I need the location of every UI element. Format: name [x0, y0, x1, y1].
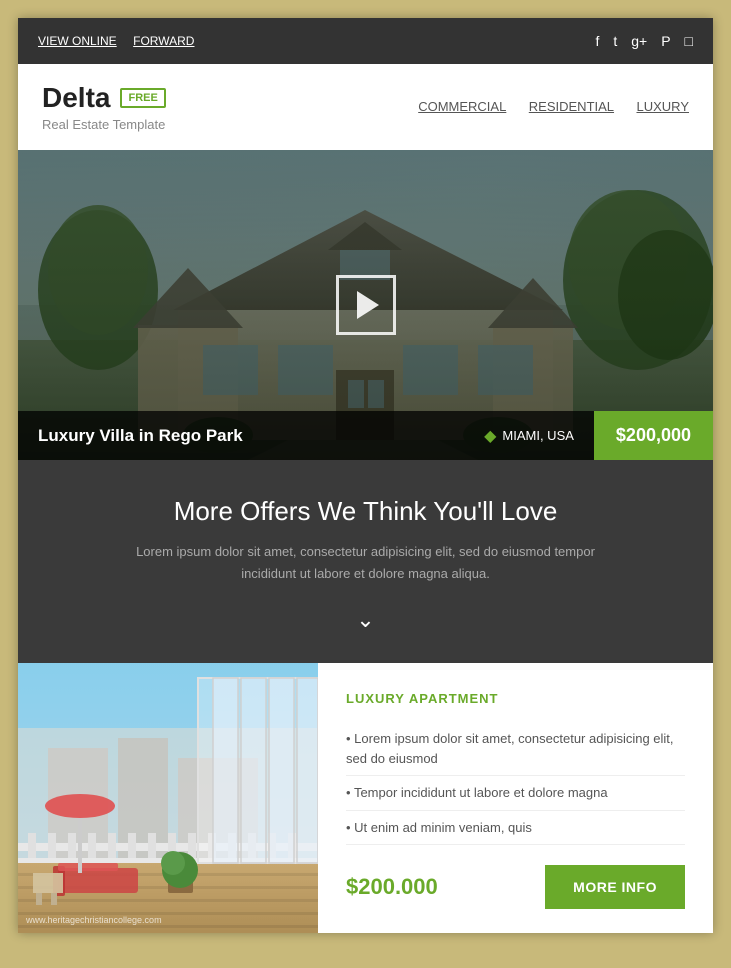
brand-nav: COMMERCIAL RESIDENTIAL LUXURY [400, 98, 689, 116]
listing-content: LUXURY APARTMENT Lorem ipsum dolor sit a… [318, 663, 713, 933]
more-info-button[interactable]: MORE INFO [545, 865, 685, 909]
email-container: VIEW ONLINE FORWARD f t g+ P □ Delta FRE… [18, 18, 713, 933]
googleplus-icon[interactable]: g+ [631, 33, 647, 49]
play-icon [357, 291, 379, 319]
hero-location: ◆ MIAMI, USA [464, 411, 594, 460]
location-text: MIAMI, USA [502, 428, 574, 443]
social-icons: f t g+ P □ [595, 33, 693, 49]
listing-bullet-3: Ut enim ad minim veniam, quis [346, 811, 685, 846]
free-badge: FREE [120, 88, 165, 108]
twitter-icon[interactable]: t [613, 33, 617, 49]
hero-section: Luxury Villa in Rego Park ◆ MIAMI, USA $… [18, 150, 713, 460]
pinterest-icon[interactable]: P [661, 33, 670, 49]
offers-section: More Offers We Think You'll Love Lorem i… [18, 460, 713, 663]
forward-link[interactable]: FORWARD [133, 34, 194, 48]
hero-price: $200,000 [594, 411, 713, 460]
facebook-icon[interactable]: f [595, 33, 599, 49]
brand-subtitle: Real Estate Template [42, 117, 166, 132]
instagram-icon[interactable]: □ [685, 33, 693, 49]
play-button[interactable] [336, 275, 396, 335]
offers-title: More Offers We Think You'll Love [42, 496, 689, 527]
location-pin-icon: ◆ [484, 426, 496, 446]
brand-section: Delta FREE Real Estate Template COMMERCI… [18, 64, 713, 150]
brand-left: Delta FREE Real Estate Template [42, 82, 166, 132]
listing-image: www.heritagechristiancollege.com [18, 663, 318, 933]
nav-residential[interactable]: RESIDENTIAL [529, 99, 614, 114]
hero-bottom-bar: Luxury Villa in Rego Park ◆ MIAMI, USA $… [18, 411, 713, 460]
listing-bullet-1: Lorem ipsum dolor sit amet, consectetur … [346, 722, 685, 776]
nav-commercial[interactable]: COMMERCIAL [418, 99, 506, 114]
header-bar: VIEW ONLINE FORWARD f t g+ P □ [18, 18, 713, 64]
chevron-down-icon: ⌄ [356, 607, 374, 633]
listing-type: LUXURY APARTMENT [346, 691, 685, 706]
brand-name: Delta [42, 82, 110, 114]
listing-bullets: Lorem ipsum dolor sit amet, consectetur … [346, 722, 685, 845]
listing-price: $200.000 [346, 874, 438, 900]
listing-bullet-2: Tempor incididunt ut labore et dolore ma… [346, 776, 685, 811]
header-links: VIEW ONLINE FORWARD [38, 32, 206, 50]
watermark-text: www.heritagechristiancollege.com [26, 915, 162, 925]
property-name: Luxury Villa in Rego Park [18, 411, 464, 460]
listing-footer: $200.000 MORE INFO [346, 865, 685, 909]
offers-description: Lorem ipsum dolor sit amet, consectetur … [126, 541, 606, 585]
apartment-illustration [18, 663, 318, 933]
listing-section: www.heritagechristiancollege.com LUXURY … [18, 663, 713, 933]
brand-title: Delta FREE [42, 82, 166, 114]
nav-luxury[interactable]: LUXURY [636, 99, 689, 114]
view-online-link[interactable]: VIEW ONLINE [38, 34, 117, 48]
